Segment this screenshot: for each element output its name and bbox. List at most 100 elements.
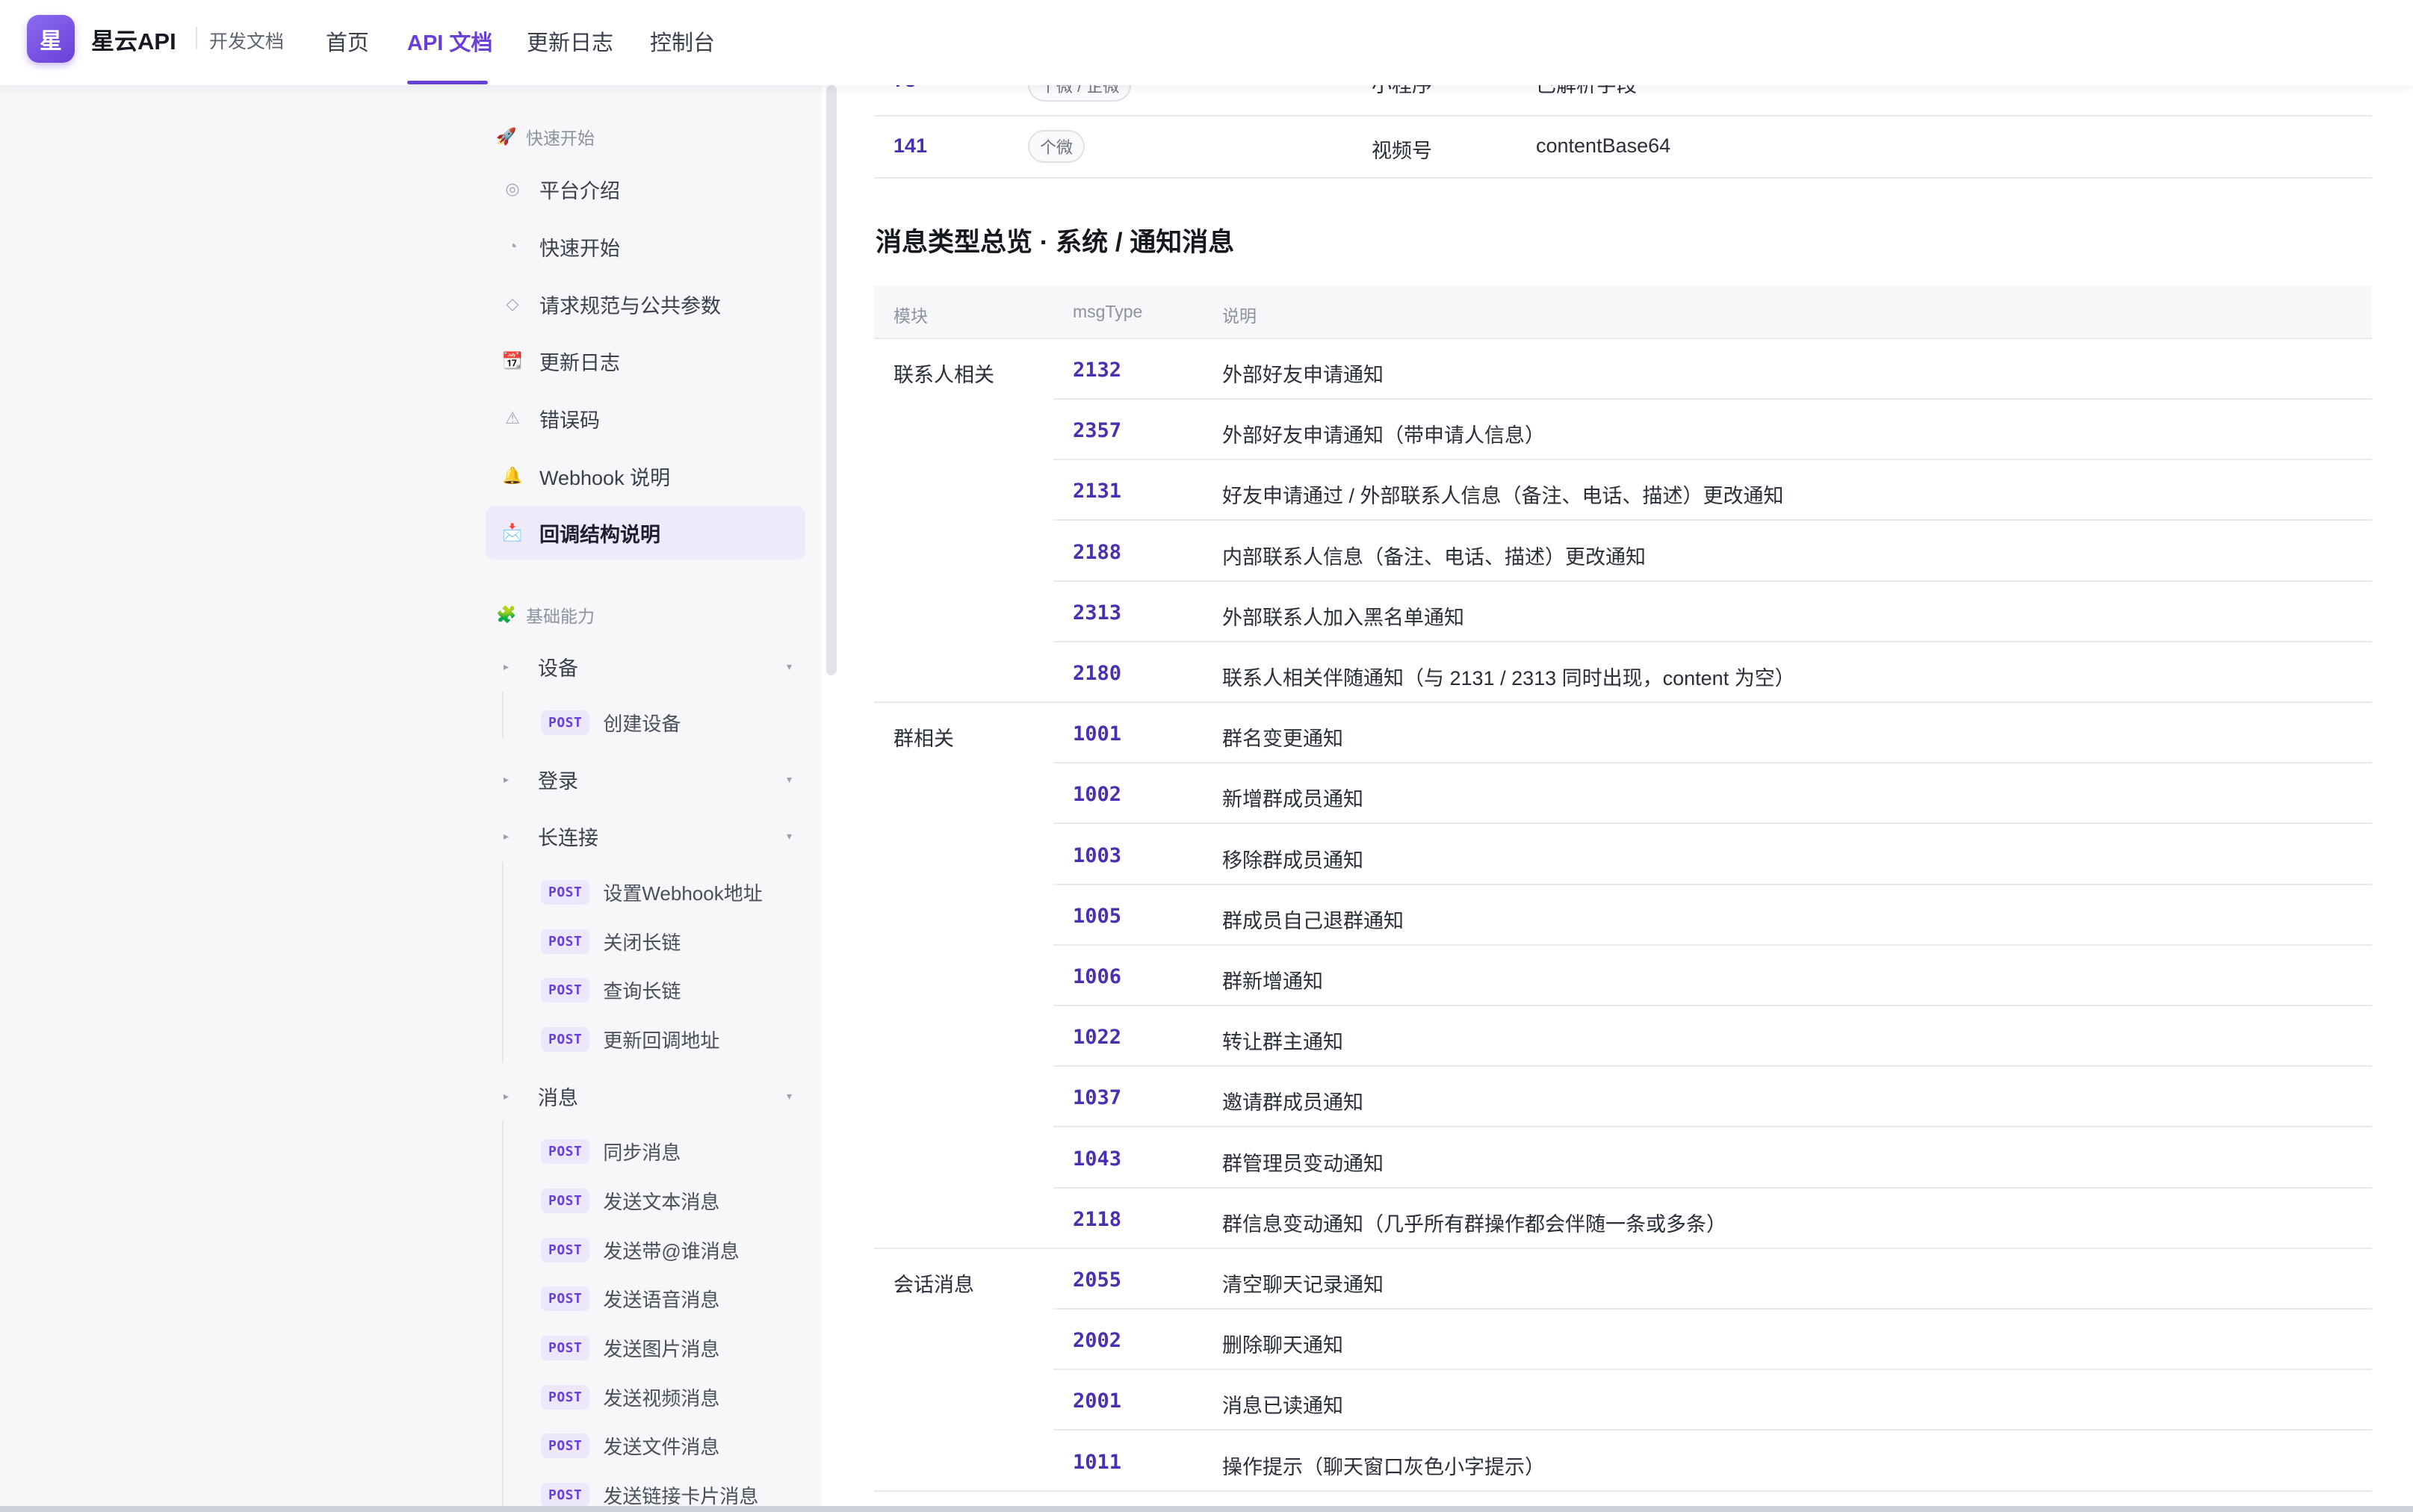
row-divider [874,115,2372,117]
post-badge: POST [541,1138,590,1164]
section-title: 消息类型总览 · 系统 / 通知消息 [876,228,1235,257]
description-cell: 消息已读通知 [1222,1395,1343,1418]
sidebar-section-quickstart: 🚀 快速开始 [496,124,595,149]
description-cell: 外部好友申请通知（带申请人信息） [1222,424,1545,447]
sidebar-item-error-codes[interactable]: ⚠ 错误码 [486,391,805,445]
calendar-icon: 📆 [502,351,523,370]
msgtype-cell: 2131 [1073,480,1122,504]
row-divider [874,177,2372,179]
description-cell: 移除群成员通知 [1222,849,1363,872]
sidebar-item-request-spec[interactable]: ◇ 请求规范与公共参数 [486,277,805,331]
sidebar-group-long-connection[interactable]: ▸ 长连接 ▾ [486,812,805,860]
post-badge: POST [541,1286,590,1311]
sidebar-group-login[interactable]: ▸ 登录 ▾ [486,755,805,803]
triangle-right-icon: ▸ [504,829,509,842]
sidebar-api-create-device[interactable]: POST 创建设备 [541,704,681,741]
sidebar-item-callback-structure[interactable]: 📩 回调结构说明 [486,506,805,560]
nav-changelog[interactable]: 更新日志 [527,25,613,57]
sidebar-item-label: 快速开始 [539,237,620,260]
table-header: 模块 msgType 说明 [874,285,2372,339]
post-badge: POST [541,1237,590,1262]
msgtype-cell: 2002 [1073,1329,1122,1353]
api-label: 同步消息 [603,1141,681,1164]
sidebar-item-label: 请求规范与公共参数 [539,294,721,317]
description-cell: 群成员自己退群通知 [1222,909,1404,932]
column-header-module: 模块 [893,306,928,326]
sidebar-api-send-image[interactable]: POST 发送图片消息 [541,1329,719,1366]
sidebar-section-basic: 🧩 基础能力 [496,602,595,628]
description-cell: 新增群成员通知 [1222,788,1363,811]
msgtype-cell: 1011 [1073,1450,1122,1474]
sidebar-api-send-video[interactable]: POST 发送视频消息 [541,1378,719,1416]
description-cell: 群管理员变动通知 [1222,1152,1384,1175]
group-tree-line [502,692,504,738]
nav-api-docs[interactable]: API 文档 [407,25,492,57]
target-icon: ◎ [505,179,520,198]
sidebar-group-message[interactable]: ▸ 消息 ▾ [486,1072,805,1120]
api-label: 发送文件消息 [603,1435,720,1458]
description-cell: 邀请群成员通知 [1222,1091,1363,1115]
api-label: 查询长链 [603,979,681,1003]
sidebar-scrollbar[interactable] [826,85,837,675]
brand-logo[interactable]: 星 [27,15,75,63]
msgtype-cell: 2118 [1073,1207,1122,1231]
inbox-icon: 📩 [502,523,523,542]
sidebar-api-set-webhook[interactable]: POST 设置Webhook地址 [541,873,763,911]
sidebar-item-label: 错误码 [539,409,600,432]
api-label: 创建设备 [603,712,681,735]
description-cell: 外部联系人加入黑名单通知 [1222,606,1464,629]
group-label: 登录 [538,769,578,793]
msgtype-cell: 2055 [1073,1268,1122,1292]
sidebar-item-webhook[interactable]: 🔔 Webhook 说明 [486,449,805,503]
post-badge: POST [541,1482,590,1508]
sidebar-group-device[interactable]: ▸ 设备 ▾ [486,642,805,690]
window-bottom-edge [0,1506,2413,1512]
nav-console[interactable]: 控制台 [650,25,715,57]
msgtype-cell: 1037 [1073,1086,1122,1110]
api-label: 关闭长链 [603,931,681,954]
sidebar-api-send-voice[interactable]: POST 发送语音消息 [541,1280,719,1317]
sidebar-api-send-text[interactable]: POST 发送文本消息 [541,1182,719,1219]
nav-home[interactable]: 首页 [326,25,369,57]
msgtype-cell: 1006 [1073,965,1122,988]
module-cell: 联系人相关 [893,364,994,386]
active-nav-underline [407,81,488,84]
api-label: 设置Webhook地址 [603,882,763,905]
sidebar-api-send-at[interactable]: POST 发送带@谁消息 [541,1231,740,1268]
msgtype-cell: 2001 [1073,1389,1122,1413]
section-label: 基础能力 [526,607,595,626]
brand-name[interactable]: 星云API [91,22,176,56]
post-badge: POST [541,1433,590,1458]
post-badge: POST [541,879,590,905]
api-label: 发送视频消息 [603,1386,720,1410]
sidebar-item-intro[interactable]: ◎ 平台介绍 [486,162,805,216]
post-badge: POST [541,1188,590,1213]
sidebar-item-changelog[interactable]: 📆 更新日志 [486,334,805,388]
sidebar-api-sync-message[interactable]: POST 同步消息 [541,1133,681,1170]
sidebar-item-quickstart[interactable]: ◔ 快速开始 [486,220,805,273]
logo-char: 星 [40,29,62,54]
column-header-description: 说明 [1222,306,1257,326]
rocket-icon: 🚀 [496,127,517,146]
api-label: 更新回调地址 [603,1029,720,1052]
description-cell: 群名变更通知 [1222,728,1343,751]
chevron-down-icon: ▾ [786,660,792,672]
triangle-right-icon: ▸ [504,772,509,785]
prev-row-field: contentBase64 [1536,134,1671,157]
group-label: 设备 [538,657,578,680]
msgtype-cell: 2357 [1073,419,1122,443]
post-badge: POST [541,1335,590,1360]
api-label: 发送语音消息 [603,1288,720,1311]
api-label: 发送链接卡片消息 [603,1484,759,1508]
brand-subtitle: 开发文档 [209,31,285,52]
sidebar-api-send-file[interactable]: POST 发送文件消息 [541,1427,719,1464]
sidebar-api-close-link[interactable]: POST 关闭长链 [541,923,681,960]
puzzle-icon: 🧩 [496,605,517,624]
msgtype-cell: 1022 [1073,1026,1122,1050]
sidebar-api-query-link[interactable]: POST 查询长链 [541,971,681,1008]
bell-icon: 🔔 [502,466,523,485]
api-label: 发送文本消息 [603,1190,720,1213]
sidebar-item-label: 更新日志 [539,351,620,374]
module-cell: 群相关 [893,728,954,751]
sidebar-api-update-callback[interactable]: POST 更新回调地址 [541,1020,719,1058]
